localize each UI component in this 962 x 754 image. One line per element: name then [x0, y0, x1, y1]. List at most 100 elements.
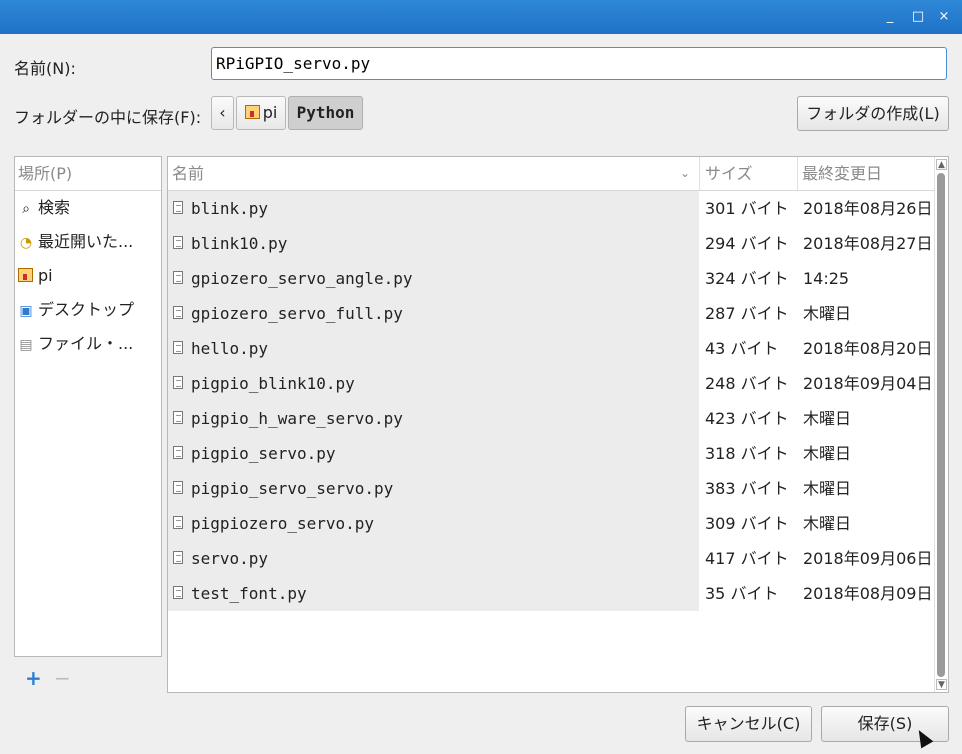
- place-filesystem[interactable]: ▤ ファイル・...: [15, 327, 161, 361]
- place-search[interactable]: ⌕ 検索: [15, 191, 161, 225]
- file-name: pigpio_h_ware_servo.py: [168, 401, 699, 436]
- file-size: 287 バイト: [705, 304, 789, 323]
- file-row[interactable]: pigpio_servo_servo.py 383 バイト 木曜日: [168, 471, 936, 506]
- places-panel: 場所(P) ⌕ 検索 ◔ 最近開いた... pi ▣ デスクトップ ▤ ファイル・...: [14, 156, 162, 657]
- scroll-up-icon[interactable]: ▲: [936, 159, 947, 170]
- recent-icon: ◔: [19, 235, 33, 251]
- maximize-icon[interactable]: □: [910, 9, 926, 25]
- file-date: 木曜日: [803, 304, 852, 323]
- file-row[interactable]: hello.py 43 バイト 2018年08月20日: [168, 331, 936, 366]
- column-name-header[interactable]: 名前: [172, 157, 204, 190]
- file-size: 318 バイト: [705, 444, 789, 463]
- file-date: 2018年09月04日: [803, 374, 933, 393]
- filename-input[interactable]: [211, 47, 947, 80]
- file-name-text: pigpio_h_ware_servo.py: [191, 409, 403, 428]
- file-date: 2018年08月20日: [803, 339, 933, 358]
- text-file-icon: [173, 201, 183, 214]
- file-name-text: blink10.py: [191, 234, 288, 253]
- text-file-icon: [173, 306, 183, 319]
- file-row[interactable]: pigpio_blink10.py 248 バイト 2018年09月04日: [168, 366, 936, 401]
- home-icon: [18, 260, 34, 293]
- file-size: 417 バイト: [705, 549, 789, 568]
- file-name: blink.py: [168, 191, 699, 226]
- file-row[interactable]: pigpio_h_ware_servo.py 423 バイト 木曜日: [168, 401, 936, 436]
- file-date: 2018年09月06日: [803, 549, 933, 568]
- column-modified-header[interactable]: 最終変更日: [802, 157, 882, 190]
- text-file-icon: [173, 481, 183, 494]
- text-file-icon: [173, 411, 183, 424]
- file-name: pigpio_servo.py: [168, 436, 699, 471]
- file-size: 43 バイト: [705, 339, 779, 358]
- minimize-icon[interactable]: _: [882, 9, 898, 25]
- scroll-thumb[interactable]: [937, 173, 945, 677]
- file-row[interactable]: blink.py 301 バイト 2018年08月26日: [168, 191, 936, 226]
- file-name-text: hello.py: [191, 339, 269, 358]
- text-file-icon: [173, 376, 183, 389]
- file-name: pigpio_servo_servo.py: [168, 471, 699, 506]
- file-name-text: pigpio_servo_servo.py: [191, 479, 394, 498]
- text-file-icon: [173, 586, 183, 599]
- file-name: pigpio_blink10.py: [168, 366, 699, 401]
- place-home[interactable]: pi: [15, 259, 161, 293]
- file-size: 383 バイト: [705, 479, 789, 498]
- file-size: 309 バイト: [705, 514, 789, 533]
- place-label: pi: [38, 266, 53, 285]
- column-size-header[interactable]: サイズ: [705, 157, 753, 190]
- text-file-icon: [173, 516, 183, 529]
- file-date: 木曜日: [803, 479, 852, 498]
- place-label: ファイル・...: [38, 334, 134, 353]
- add-place-button[interactable]: +: [25, 666, 42, 690]
- file-row[interactable]: pigpio_servo.py 318 バイト 木曜日: [168, 436, 936, 471]
- file-size: 423 バイト: [705, 409, 789, 428]
- file-date: 2018年08月27日: [803, 234, 933, 253]
- file-date: 木曜日: [803, 444, 852, 463]
- file-row[interactable]: blink10.py 294 バイト 2018年08月27日: [168, 226, 936, 261]
- file-row[interactable]: pigpiozero_servo.py 309 バイト 木曜日: [168, 506, 936, 541]
- text-file-icon: [173, 551, 183, 564]
- scroll-down-icon[interactable]: ▼: [936, 679, 947, 690]
- text-file-icon: [173, 341, 183, 354]
- folder-label: フォルダーの中に保存(F):: [14, 108, 202, 127]
- file-list[interactable]: 名前 ⌄ サイズ 最終変更日 blink.py 301 バイト 2018年08月26…: [167, 156, 949, 693]
- file-name-text: blink.py: [191, 199, 269, 218]
- file-name: hello.py: [168, 331, 699, 366]
- file-name-text: gpiozero_servo_full.py: [191, 304, 403, 323]
- place-recent[interactable]: ◔ 最近開いた...: [15, 225, 161, 259]
- file-name: gpiozero_servo_angle.py: [168, 261, 699, 296]
- place-label: デスクトップ: [38, 300, 135, 319]
- text-file-icon: [173, 236, 183, 249]
- desktop-icon: ▣: [19, 303, 33, 319]
- file-size: 301 バイト: [705, 199, 789, 218]
- file-name: blink10.py: [168, 226, 699, 261]
- breadcrumb-back-button[interactable]: ‹: [211, 96, 234, 130]
- search-icon: ⌕: [22, 201, 30, 217]
- file-date: 2018年08月26日: [803, 199, 933, 218]
- place-desktop[interactable]: ▣ デスクトップ: [15, 293, 161, 327]
- text-file-icon: [173, 446, 183, 459]
- file-name: test_font.py: [168, 576, 699, 611]
- sort-chevron-down-icon: ⌄: [680, 166, 691, 180]
- file-date: 木曜日: [803, 514, 852, 533]
- title-bar: _ □ ×: [0, 0, 962, 34]
- scrollbar[interactable]: ▲ ▼: [934, 157, 948, 692]
- name-label: 名前(N):: [14, 59, 76, 78]
- file-size: 294 バイト: [705, 234, 789, 253]
- file-list-header: 名前 ⌄ サイズ 最終変更日: [168, 157, 936, 191]
- file-row[interactable]: servo.py 417 バイト 2018年09月06日: [168, 541, 936, 576]
- breadcrumb-home-label: pi: [262, 103, 278, 122]
- file-row[interactable]: gpiozero_servo_full.py 287 バイト 木曜日: [168, 296, 936, 331]
- file-name-text: pigpiozero_servo.py: [191, 514, 375, 533]
- file-name-text: pigpio_servo.py: [191, 444, 336, 463]
- filesystem-icon: ▤: [19, 337, 33, 353]
- create-folder-button[interactable]: フォルダの作成(L): [797, 96, 949, 131]
- cancel-button[interactable]: キャンセル(C): [685, 706, 812, 742]
- file-row[interactable]: gpiozero_servo_angle.py 324 バイト 14:25: [168, 261, 936, 296]
- place-label: 最近開いた...: [38, 232, 134, 251]
- file-size: 324 バイト: [705, 269, 789, 288]
- breadcrumb-current-button[interactable]: Python: [288, 96, 363, 130]
- file-row[interactable]: test_font.py 35 バイト 2018年08月09日: [168, 576, 936, 611]
- file-name-text: pigpio_blink10.py: [191, 374, 355, 393]
- breadcrumb-home-button[interactable]: pi: [236, 96, 286, 130]
- close-icon[interactable]: ×: [936, 9, 952, 25]
- file-name: servo.py: [168, 541, 699, 576]
